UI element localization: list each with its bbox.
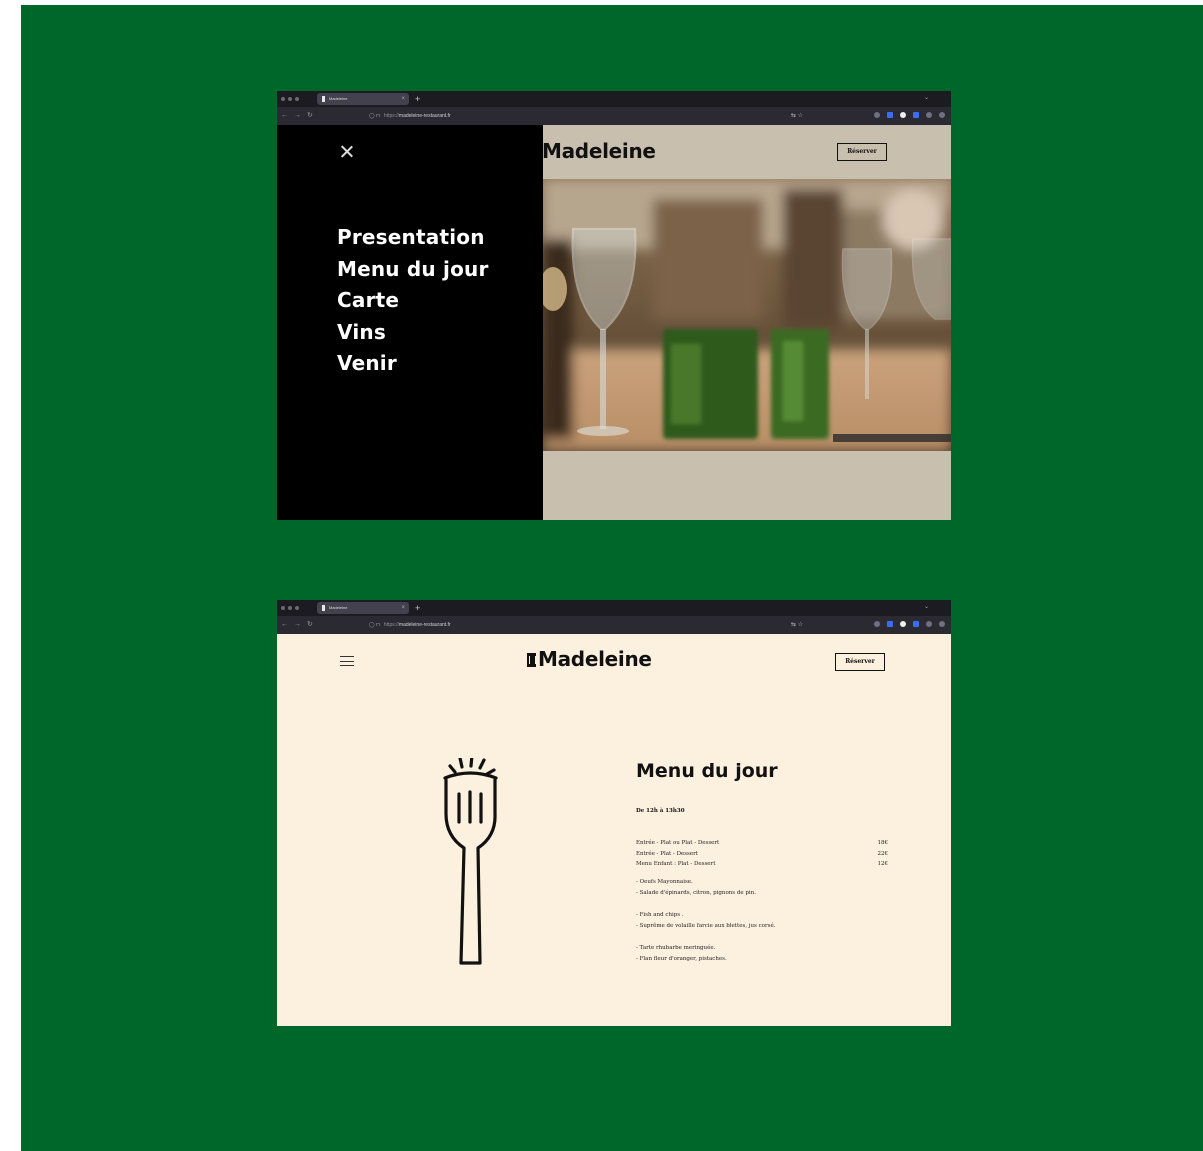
pocket-icon[interactable]: [874, 621, 880, 627]
extension-blue-2-icon[interactable]: [913, 621, 919, 627]
maximize-window-dot[interactable]: [295, 97, 299, 101]
maximize-window-dot[interactable]: [295, 606, 299, 610]
extension-blue-icon[interactable]: [887, 112, 893, 118]
close-tab-icon[interactable]: ×: [401, 93, 405, 105]
tab-title: Madeleine: [329, 605, 348, 610]
nav-item-carte[interactable]: Carte: [337, 285, 489, 317]
dessert-dish: - Tarte rhubarbe meringuée.: [636, 945, 716, 951]
extensions-icon[interactable]: [926, 621, 932, 627]
nav-buttons[interactable]: ←→↻: [281, 619, 319, 631]
app-menu-icon[interactable]: [939, 112, 945, 118]
reserve-button[interactable]: Réserver: [835, 653, 885, 671]
starter-dish: - Oeufs Mayonnaise.: [636, 879, 693, 885]
hero-photo: [543, 179, 951, 451]
site-logo[interactable]: Madeleine: [527, 646, 652, 672]
close-window-dot[interactable]: [281, 97, 285, 101]
list-tabs-chevron-icon[interactable]: ⌄: [924, 603, 929, 610]
close-icon[interactable]: [341, 145, 353, 157]
url-host: madeleine-restaurant.fr: [398, 622, 451, 628]
new-tab-button[interactable]: +: [415, 601, 420, 615]
site-logo[interactable]: Madeleine: [542, 136, 656, 166]
price-row: Menu Enfant : Plat - Dessert 12€: [636, 861, 888, 867]
shield-lock-icon: ◯ ⊓: [369, 113, 380, 119]
new-tab-button[interactable]: +: [415, 92, 420, 106]
window-controls[interactable]: [281, 97, 299, 101]
pocket-icon[interactable]: [874, 112, 880, 118]
hamburger-menu-icon[interactable]: [340, 656, 354, 667]
main-dish: - Fish and chips .: [636, 912, 684, 918]
address-bar[interactable]: ◯ ⊓ https://madeleine-restaurant.fr: [369, 109, 789, 123]
tab-bar: Madeleine × + ⌄: [277, 91, 951, 107]
extension-icons[interactable]: [874, 112, 945, 118]
minimize-window-dot[interactable]: [288, 97, 292, 101]
page-title: Menu du jour: [636, 760, 778, 782]
dish-list: - Oeufs Mayonnaise. - Salade d'épinards,…: [636, 877, 896, 964]
navigation-bar: ←→↻ ◯ ⊓ https://madeleine-restaurant.fr ⇆…: [277, 107, 951, 125]
madeleine-logo-icon: [527, 653, 536, 667]
tab-bar: Madeleine × + ⌄: [277, 600, 951, 616]
browser-window-menu-du-jour: Madeleine × + ⌄ ←→↻ ◯ ⊓ https://madeleine…: [277, 600, 951, 1026]
extension-blue-2-icon[interactable]: [913, 112, 919, 118]
page-viewport: Madeleine Réserver Presentation Menu du …: [277, 125, 951, 520]
app-menu-icon[interactable]: [939, 621, 945, 627]
nav-item-venir[interactable]: Venir: [337, 348, 489, 380]
extension-blue-icon[interactable]: [887, 621, 893, 627]
browser-tab[interactable]: Madeleine ×: [317, 602, 409, 614]
extensions-icon[interactable]: [926, 112, 932, 118]
window-controls[interactable]: [281, 606, 299, 610]
favicon-icon: [322, 605, 325, 611]
price-row: Entrée - Plat ou Plat - Dessert 18€: [636, 840, 888, 846]
tab-title: Madeleine: [329, 96, 348, 101]
address-bar[interactable]: ◯ ⊓ https://madeleine-restaurant.fr: [369, 618, 789, 632]
nav-drawer: Presentation Menu du jour Carte Vins Ven…: [277, 125, 543, 520]
extension-white-icon[interactable]: [900, 621, 906, 627]
main-dish: - Suprême de volaille farcie aux blettes…: [636, 922, 776, 929]
browser-window-menu: Madeleine × + ⌄ ←→↻ ◯ ⊓ https://madeleine…: [277, 91, 951, 520]
extension-white-icon[interactable]: [900, 112, 906, 118]
list-tabs-chevron-icon[interactable]: ⌄: [924, 94, 929, 101]
fork-illustration-icon: [443, 758, 498, 965]
url-host: madeleine-restaurant.fr: [398, 113, 451, 119]
dessert-dish: - Flan fleur d'oranger, pistaches.: [636, 955, 727, 962]
service-hours: De 12h à 13h30: [636, 808, 685, 814]
reserve-button[interactable]: Réserver: [837, 143, 887, 161]
page-viewport: Madeleine Réserver Menu du jour De 12h à…: [277, 634, 951, 1026]
nav-item-presentation[interactable]: Presentation: [337, 222, 489, 254]
close-tab-icon[interactable]: ×: [401, 602, 405, 614]
translate-bookmark-icons[interactable]: ⇆ ☆: [791, 110, 803, 122]
nav-menu: Presentation Menu du jour Carte Vins Ven…: [337, 222, 489, 380]
price-row: Entrée - Plat - Dessert 22€: [636, 850, 888, 857]
nav-item-vins[interactable]: Vins: [337, 317, 489, 349]
minimize-window-dot[interactable]: [288, 606, 292, 610]
extension-icons[interactable]: [874, 621, 945, 627]
browser-tab[interactable]: Madeleine ×: [317, 93, 409, 105]
nav-item-menu-du-jour[interactable]: Menu du jour: [337, 254, 489, 286]
translate-bookmark-icons[interactable]: ⇆ ☆: [791, 619, 803, 631]
favicon-icon: [322, 96, 325, 102]
price-list: Entrée - Plat ou Plat - Dessert 18€ Entr…: [636, 838, 888, 870]
navigation-bar: ←→↻ ◯ ⊓ https://madeleine-restaurant.fr ⇆…: [277, 616, 951, 634]
shield-lock-icon: ◯ ⊓: [369, 622, 380, 628]
wine-glasses-photo: [543, 179, 951, 451]
nav-buttons[interactable]: ←→↻: [281, 110, 319, 122]
close-window-dot[interactable]: [281, 606, 285, 610]
starter-dish: - Salade d'épinards, citron, pignons de …: [636, 889, 756, 896]
